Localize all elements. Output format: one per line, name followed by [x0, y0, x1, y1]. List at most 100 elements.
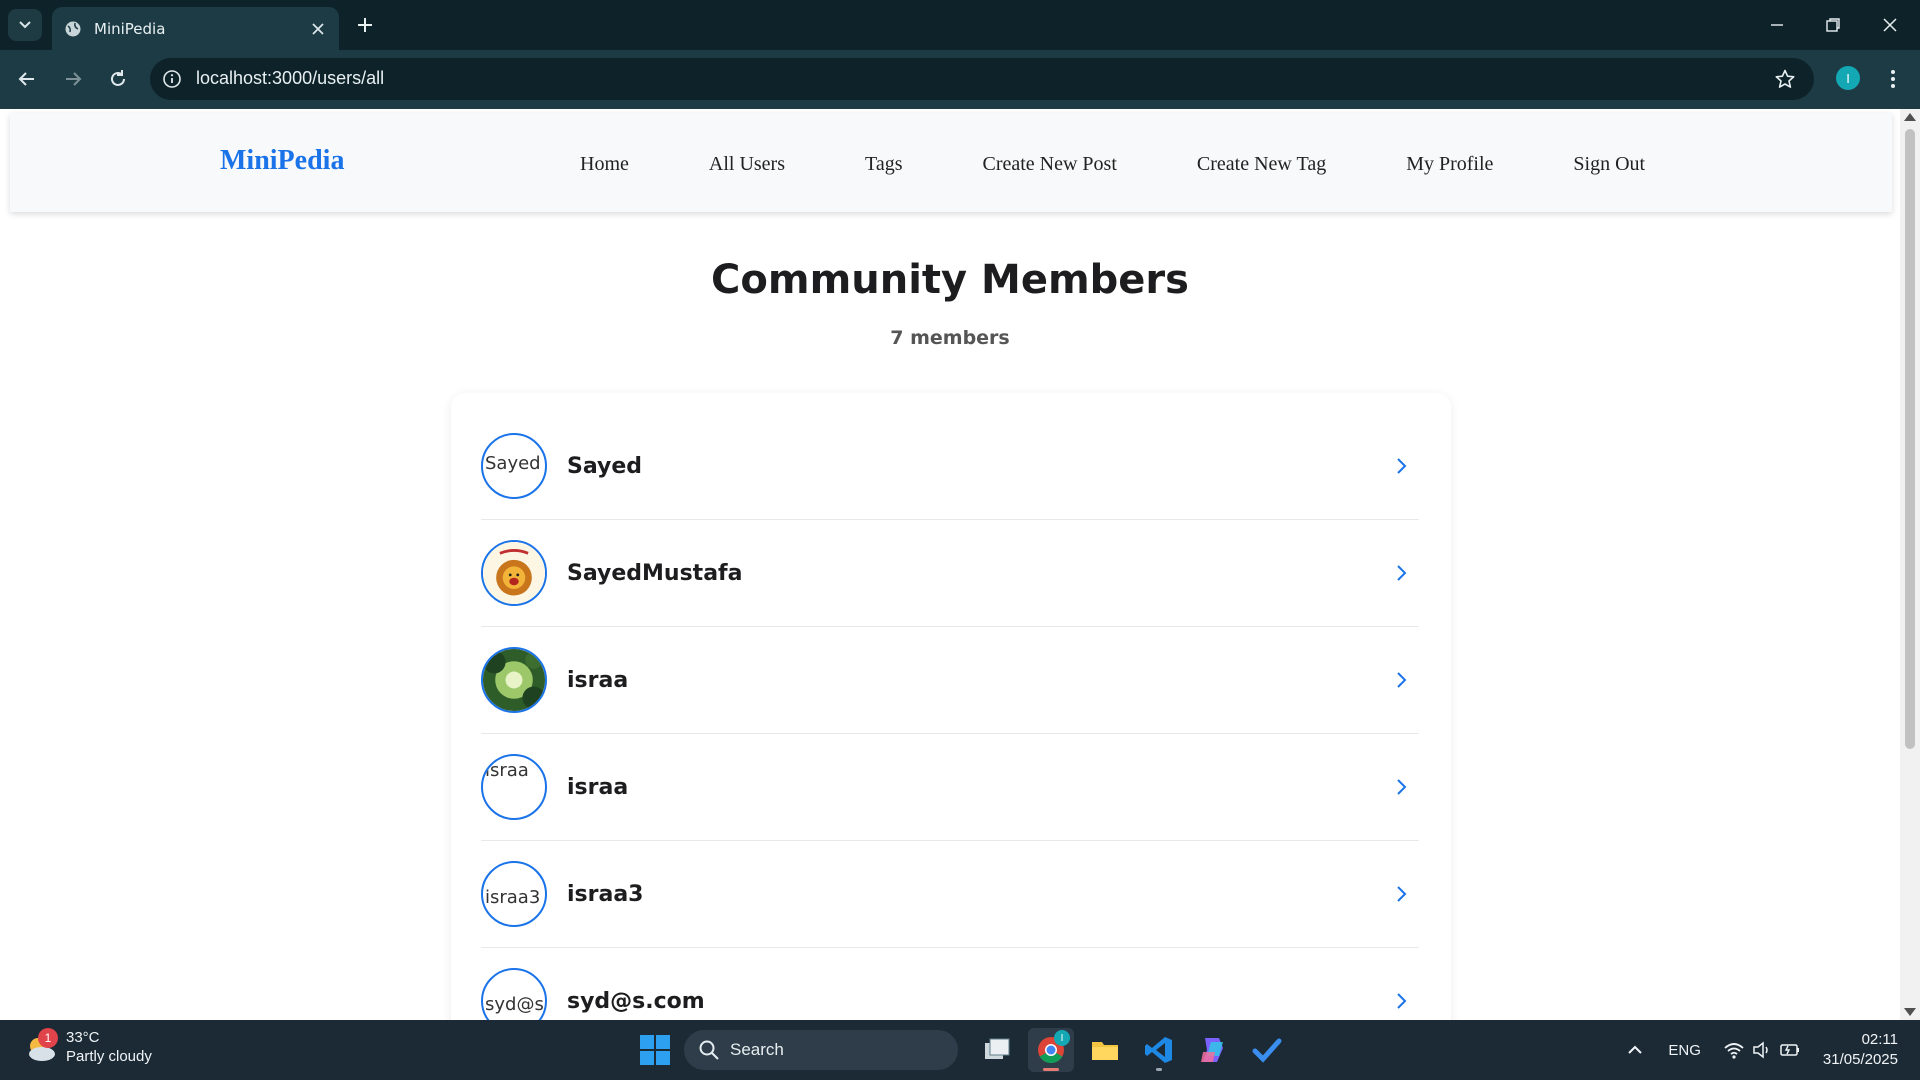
bookmark-star-icon[interactable]: [1774, 68, 1796, 90]
language-indicator[interactable]: ENG: [1668, 1042, 1701, 1059]
tab-title: MiniPedia: [94, 19, 166, 38]
taskbar-apps: Search I: [638, 1028, 1294, 1072]
member-name[interactable]: Sayed: [567, 454, 1391, 479]
nav-create-new-post[interactable]: Create New Post: [982, 153, 1116, 176]
weather-badge: 1: [38, 1028, 58, 1048]
search-icon: [699, 1040, 719, 1060]
search-placeholder: Search: [730, 1040, 784, 1059]
nav-all-users[interactable]: All Users: [709, 153, 785, 176]
scrollbar-thumb[interactable]: [1905, 129, 1915, 749]
task-view-button[interactable]: [974, 1028, 1020, 1072]
address-bar[interactable]: localhost:3000/users/all: [150, 58, 1814, 100]
chevron-down-icon: [19, 21, 31, 29]
checkmark-icon: [1252, 1038, 1282, 1063]
avatar-alt-text: Sayed: [485, 453, 541, 474]
member-name[interactable]: israa: [567, 775, 1391, 800]
avatar-alt-text: israa: [485, 760, 529, 781]
close-icon[interactable]: [309, 20, 327, 38]
browser-tab-bar: MiniPedia: [0, 0, 1920, 50]
profile-avatar[interactable]: I: [1836, 66, 1860, 90]
forest-canopy-icon: [483, 649, 545, 711]
m365-copilot-app[interactable]: [1190, 1028, 1236, 1072]
chevron-right-icon[interactable]: [1391, 884, 1411, 904]
brand-logo-link[interactable]: MiniPedia: [220, 145, 344, 177]
browser-toolbar: localhost:3000/users/all I: [0, 50, 1920, 109]
avatar-alt-text: syd@s: [485, 994, 544, 1015]
partly-cloudy-icon: 1: [22, 1028, 60, 1066]
chevron-right-icon[interactable]: [1391, 456, 1411, 476]
weather-temp: 33°C: [66, 1029, 100, 1046]
member-name[interactable]: israa3: [567, 882, 1391, 907]
site-info-icon[interactable]: [162, 69, 182, 89]
url-text[interactable]: localhost:3000/users/all: [196, 68, 384, 89]
members-card: Sayed Sayed SayedMustafa israa israa isr…: [451, 393, 1451, 1020]
nav-my-profile[interactable]: My Profile: [1406, 153, 1493, 176]
member-name[interactable]: israa: [567, 668, 1391, 693]
chrome-profile-badge: I: [1054, 1030, 1070, 1046]
minimize-icon[interactable]: [1764, 12, 1790, 38]
nav-sign-out[interactable]: Sign Out: [1573, 153, 1645, 176]
file-explorer-app[interactable]: [1082, 1028, 1128, 1072]
m365-icon: [1201, 1038, 1223, 1062]
tab-search-button[interactable]: [8, 9, 42, 41]
system-clock[interactable]: 02:11 31/05/2025: [1823, 1030, 1898, 1070]
browser-tab-active[interactable]: MiniPedia: [52, 7, 339, 50]
page-title: Community Members: [711, 257, 1189, 303]
wifi-icon[interactable]: [1723, 1039, 1745, 1061]
chevron-right-icon[interactable]: [1391, 670, 1411, 690]
nav-links: Home All Users Tags Create New Post Crea…: [580, 153, 1725, 176]
member-row[interactable]: israa3 israa3: [481, 841, 1419, 948]
chevron-right-icon[interactable]: [1391, 991, 1411, 1011]
member-name[interactable]: SayedMustafa: [567, 561, 1391, 586]
member-row[interactable]: syd@s syd@s.com: [481, 948, 1419, 1020]
back-arrow-icon[interactable]: [14, 66, 40, 92]
scroll-down-arrow-icon[interactable]: [1904, 1008, 1916, 1016]
clock-date: 31/05/2025: [1822, 1051, 1898, 1068]
reload-icon[interactable]: [105, 66, 131, 92]
avatar[interactable]: Sayed: [481, 433, 547, 499]
avatar-alt-text: israa3: [485, 887, 541, 908]
page-viewport: MiniPedia Home All Users Tags Create New…: [0, 109, 1900, 1020]
windows-start-icon[interactable]: [638, 1033, 672, 1067]
close-window-icon[interactable]: [1877, 12, 1903, 38]
member-count: 7 members: [890, 327, 1010, 349]
nav-home[interactable]: Home: [580, 153, 629, 176]
restore-icon[interactable]: [1820, 12, 1846, 38]
volume-icon[interactable]: [1751, 1039, 1773, 1061]
site-navbar: MiniPedia Home All Users Tags Create New…: [10, 113, 1892, 212]
vscode-icon: [1145, 1037, 1172, 1063]
task-view-icon: [985, 1038, 1010, 1059]
member-row[interactable]: israa: [481, 627, 1419, 734]
todo-app[interactable]: [1244, 1028, 1290, 1072]
chevron-up-icon[interactable]: [1624, 1039, 1646, 1061]
member-name[interactable]: syd@s.com: [567, 989, 1391, 1014]
chevron-right-icon[interactable]: [1391, 777, 1411, 797]
globe-icon: [65, 21, 81, 36]
page-scrollbar[interactable]: [1900, 109, 1920, 1020]
folder-icon: [1092, 1042, 1118, 1060]
nav-tags[interactable]: Tags: [865, 153, 902, 176]
member-row[interactable]: Sayed Sayed: [481, 413, 1419, 520]
new-tab-plus-icon[interactable]: [352, 12, 378, 38]
member-row[interactable]: israa israa: [481, 734, 1419, 841]
weather-desc: Partly cloudy: [66, 1048, 152, 1065]
chrome-taskbar-app[interactable]: I: [1028, 1028, 1074, 1072]
running-app-indicator: [1156, 1068, 1162, 1071]
forward-arrow-icon[interactable]: [60, 66, 86, 92]
battery-icon[interactable]: [1779, 1039, 1801, 1061]
avatar[interactable]: [481, 540, 547, 606]
scroll-up-arrow-icon[interactable]: [1904, 113, 1916, 121]
weather-widget[interactable]: 1 33°C Partly cloudy: [22, 1028, 152, 1066]
nav-create-new-tag[interactable]: Create New Tag: [1197, 153, 1326, 176]
avatar[interactable]: [481, 647, 547, 713]
system-tray: ENG 02:11 31/05/2025: [1624, 1020, 1920, 1080]
vscode-app[interactable]: [1136, 1028, 1182, 1072]
chevron-right-icon[interactable]: [1391, 563, 1411, 583]
avatar[interactable]: israa: [481, 754, 547, 820]
taskbar-search[interactable]: Search: [684, 1030, 958, 1070]
avatar[interactable]: israa3: [481, 861, 547, 927]
more-menu-icon[interactable]: [1880, 66, 1906, 92]
avatar[interactable]: syd@s: [481, 968, 547, 1020]
active-app-indicator: [1043, 1068, 1059, 1071]
member-row[interactable]: SayedMustafa: [481, 520, 1419, 627]
